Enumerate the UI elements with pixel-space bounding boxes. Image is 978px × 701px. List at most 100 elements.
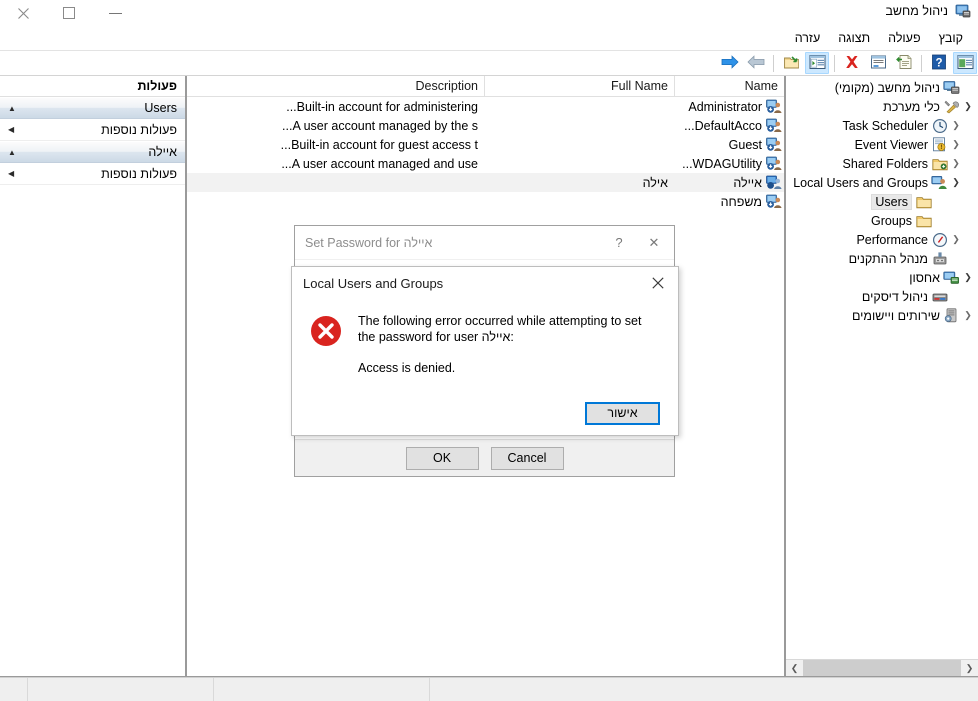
help-button[interactable]: ? [927, 52, 951, 74]
tree-node-shared-folders[interactable]: ❮ Shared Folders [786, 154, 978, 173]
tree-node-local-users-and-groups[interactable]: ❮ Local Users and Groups [786, 173, 978, 192]
cell-name: Guest [674, 137, 784, 153]
chevron-left-icon[interactable]: ❮ [948, 118, 964, 134]
tree-node-system-tools[interactable]: ❮ כלי מערכת [786, 97, 978, 116]
chevron-up-icon[interactable]: ▲ [8, 148, 16, 157]
table-row[interactable]: Administrator Built-in account for admin… [187, 97, 784, 116]
more-actions-ayala[interactable]: פעולות נוספות ◀ [0, 163, 185, 185]
menu-view[interactable]: תצוגה [829, 28, 879, 48]
chevron-right-icon[interactable]: ❯ [961, 660, 978, 676]
expander-placeholder-icon [932, 213, 948, 229]
tree-node-disk-management[interactable]: ניהול דיסקים [786, 287, 978, 306]
help-icon[interactable]: ? [604, 227, 634, 259]
expander-placeholder-icon [932, 194, 948, 210]
chevron-left-icon[interactable]: ❮ [948, 137, 964, 153]
tree-node-label: כלי מערכת [883, 99, 940, 114]
tree-horizontal-scrollbar[interactable]: ❮ ❯ [786, 659, 978, 676]
ok-button[interactable]: OK [405, 446, 479, 470]
chevron-left-icon[interactable]: ❮ [948, 232, 964, 248]
new-window-button[interactable] [779, 52, 803, 74]
menu-file[interactable]: קובץ [930, 28, 972, 48]
list-header: Name Full Name Description [187, 76, 784, 97]
chevron-down-icon[interactable]: ❮ [960, 99, 976, 115]
maximize-button[interactable] [46, 0, 92, 26]
tree-node-event-viewer[interactable]: ❮ ! Event Viewer [786, 135, 978, 154]
table-row[interactable]: משפחה [187, 192, 784, 211]
cancel-button[interactable]: Cancel [490, 446, 564, 470]
console-tree-icon [957, 54, 974, 73]
menu-bar: קובץ פעולה תצוגה עזרה [0, 26, 978, 50]
tree-node-label: Shared Folders [842, 156, 928, 171]
tree-node-computer-management[interactable]: ניהול מחשב (מקומי) [786, 78, 978, 97]
cell-name-text: DefaultAcco... [684, 118, 762, 133]
tree-node-performance[interactable]: ❮ Performance [786, 230, 978, 249]
title-bar: ניהול מחשב [0, 0, 978, 26]
toolbar: ? [0, 50, 978, 76]
set-password-dialog-footer: OK Cancel [295, 440, 674, 476]
scrollbar-thumb[interactable] [803, 660, 961, 676]
cell-name-text: Guest [728, 137, 762, 152]
tree-node-device-manager[interactable]: מנהל ההתקנים [786, 249, 978, 268]
tree-node-label: Event Viewer [854, 137, 928, 152]
column-header-description[interactable]: Description [187, 76, 484, 96]
set-password-dialog-title: Set Password for איילה [305, 235, 433, 250]
console-tree: ניהול מחשב (מקומי) ❮ כלי מערכת ❮ Task Sc… [786, 76, 978, 325]
table-row[interactable]: WDAGUtility... A user account managed an… [187, 154, 784, 173]
tree-node-groups[interactable]: Groups [786, 211, 978, 230]
chevron-left-icon[interactable]: ❮ [786, 660, 803, 676]
more-actions-users[interactable]: פעולות נוספות ◀ [0, 119, 185, 141]
menu-help[interactable]: עזרה [786, 28, 830, 48]
error-dialog-content: The following error occurred while attem… [292, 299, 678, 375]
cell-name: איילה [674, 175, 784, 191]
chevron-down-icon[interactable]: ❮ [948, 175, 964, 191]
tree-node-label: אחסון [909, 270, 940, 285]
forward-button[interactable] [718, 52, 742, 74]
cell-name: WDAGUtility... [674, 156, 784, 172]
user-account-icon [765, 137, 782, 153]
tree-node-services-and-applications[interactable]: ❮ שירותים ויישומים [786, 306, 978, 325]
chevron-left-icon[interactable]: ❮ [948, 156, 964, 172]
minimize-button[interactable] [92, 0, 138, 26]
column-header-name[interactable]: Name [674, 76, 784, 96]
show-action-pane-button[interactable] [805, 52, 829, 74]
chevron-up-icon[interactable]: ▲ [8, 104, 16, 113]
chevron-left-icon[interactable]: ❮ [960, 308, 976, 324]
right-arrow-icon [721, 54, 739, 72]
error-message-secondary: Access is denied. [358, 361, 456, 375]
status-cell-1 [0, 678, 28, 701]
status-bar [0, 677, 978, 701]
export-list-button[interactable] [892, 52, 916, 74]
error-message-primary: The following error occurred while attem… [358, 314, 642, 344]
scrollbar-track[interactable] [803, 660, 961, 676]
tree-node-storage[interactable]: ❮ אחסון [786, 268, 978, 287]
cell-name: Administrator [674, 99, 784, 115]
chevron-left-icon: ◀ [8, 169, 15, 178]
tree-node-label: Groups [871, 213, 912, 228]
action-item-label: פעולות נוספות [101, 166, 177, 181]
toolbar-separator [834, 54, 835, 72]
back-button[interactable] [744, 52, 768, 74]
column-header-full-name[interactable]: Full Name [484, 76, 674, 96]
table-row[interactable]: איילה אילה [187, 173, 784, 192]
ok-button[interactable]: אישור [585, 401, 660, 425]
chevron-down-icon[interactable]: ❮ [960, 270, 976, 286]
table-row[interactable]: Guest Built-in account for guest access … [187, 135, 784, 154]
tree-node-label: שירותים ויישומים [851, 308, 940, 323]
cell-full-name: אילה [642, 175, 668, 190]
delete-button[interactable] [840, 52, 864, 74]
actions-group-header-ayala[interactable]: איילה ▲ [0, 141, 185, 163]
error-dialog-title: Local Users and Groups [303, 275, 444, 291]
list-rows: Administrator Built-in account for admin… [187, 97, 784, 211]
close-button[interactable] [0, 0, 46, 26]
table-row[interactable]: DefaultAcco... A user account managed by… [187, 116, 784, 135]
menu-action[interactable]: פעולה [879, 28, 929, 48]
tree-node-task-scheduler[interactable]: ❮ Task Scheduler [786, 116, 978, 135]
show-hide-console-tree-button[interactable] [953, 52, 977, 74]
actions-group-header-users[interactable]: Users ▲ [0, 97, 185, 119]
close-icon[interactable] [638, 268, 678, 298]
properties-button[interactable] [866, 52, 890, 74]
tree-node-users[interactable]: Users [786, 192, 978, 211]
new-window-folder-icon [783, 54, 800, 73]
clock-icon [931, 118, 948, 134]
close-icon[interactable]: ✕ [634, 227, 674, 259]
